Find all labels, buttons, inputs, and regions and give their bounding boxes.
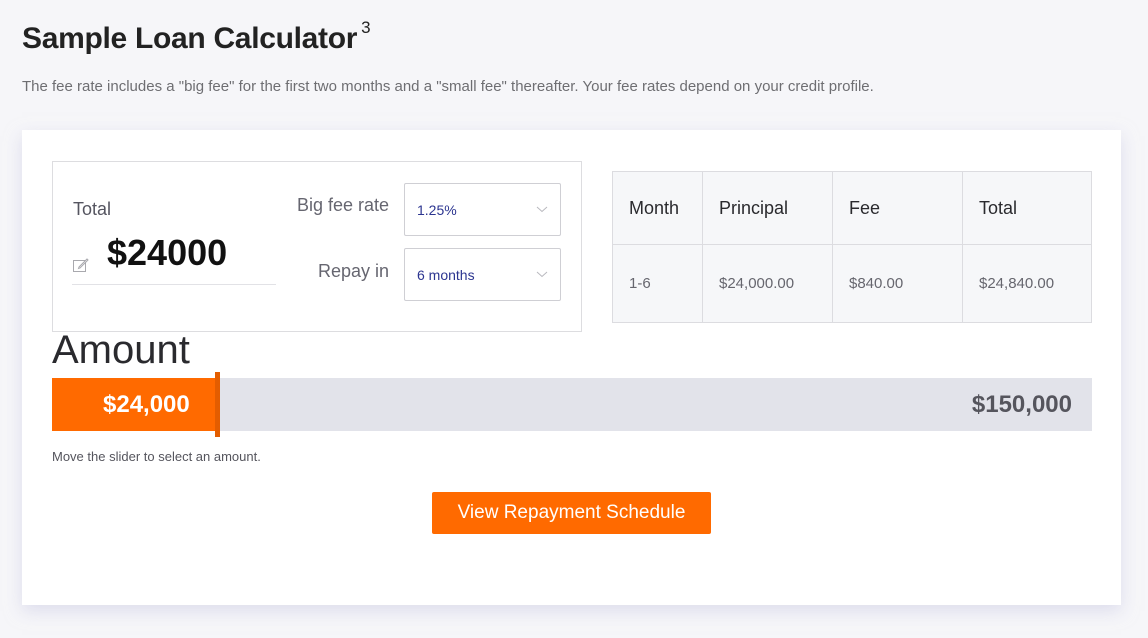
slider-hint: Move the slider to select an amount. <box>52 449 261 464</box>
chevron-down-icon <box>536 267 548 279</box>
cell-principal: $24,000.00 <box>702 244 833 323</box>
amount-slider[interactable]: $24,000 $150,000 <box>52 372 1092 437</box>
slider-max-value: $150,000 <box>971 391 1072 418</box>
column-header-month: Month <box>612 171 703 245</box>
view-repayment-schedule-button[interactable]: View Repayment Schedule <box>432 492 711 534</box>
page-title: Sample Loan Calculator 3 <box>22 18 371 56</box>
table-row: 1-6 $24,000.00 $840.00 $24,840.00 <box>612 244 1092 323</box>
total-label: Total <box>73 199 112 219</box>
repayment-summary-table: Month Principal Fee Total 1-6 $24,000.00… <box>612 171 1092 323</box>
calculator-card: Total $24000 Big fee rate 1.25% Repay in… <box>22 130 1121 605</box>
repay-in-label: Repay in <box>317 261 389 281</box>
slider-current-value: $24,000 <box>103 391 190 418</box>
table-header-row: Month Principal Fee Total <box>612 171 1092 245</box>
cell-month: 1-6 <box>612 244 703 323</box>
page-title-text: Sample Loan Calculator <box>22 22 358 55</box>
column-header-principal: Principal <box>702 171 833 245</box>
page-subtitle: The fee rate includes a "big fee" for th… <box>22 78 874 95</box>
edit-icon[interactable] <box>73 258 89 272</box>
big-fee-rate-select[interactable]: 1.25% <box>404 183 561 236</box>
repay-in-select[interactable]: 6 months <box>404 248 561 301</box>
footnote-marker[interactable]: 3 <box>361 18 370 37</box>
cell-total: $24,840.00 <box>962 244 1092 323</box>
column-header-fee: Fee <box>832 171 963 245</box>
big-fee-rate-label: Big fee rate <box>296 195 389 215</box>
total-underline <box>72 284 276 285</box>
repay-in-value: 6 months <box>417 266 475 283</box>
loan-inputs-panel: Total $24000 Big fee rate 1.25% Repay in… <box>52 161 582 332</box>
amount-label: Amount <box>52 328 190 372</box>
cell-fee: $840.00 <box>832 244 963 323</box>
column-header-total: Total <box>962 171 1092 245</box>
chevron-down-icon <box>536 202 548 214</box>
big-fee-rate-value: 1.25% <box>417 201 457 218</box>
slider-handle[interactable] <box>215 372 220 437</box>
total-amount-value[interactable]: $24000 <box>107 232 227 274</box>
